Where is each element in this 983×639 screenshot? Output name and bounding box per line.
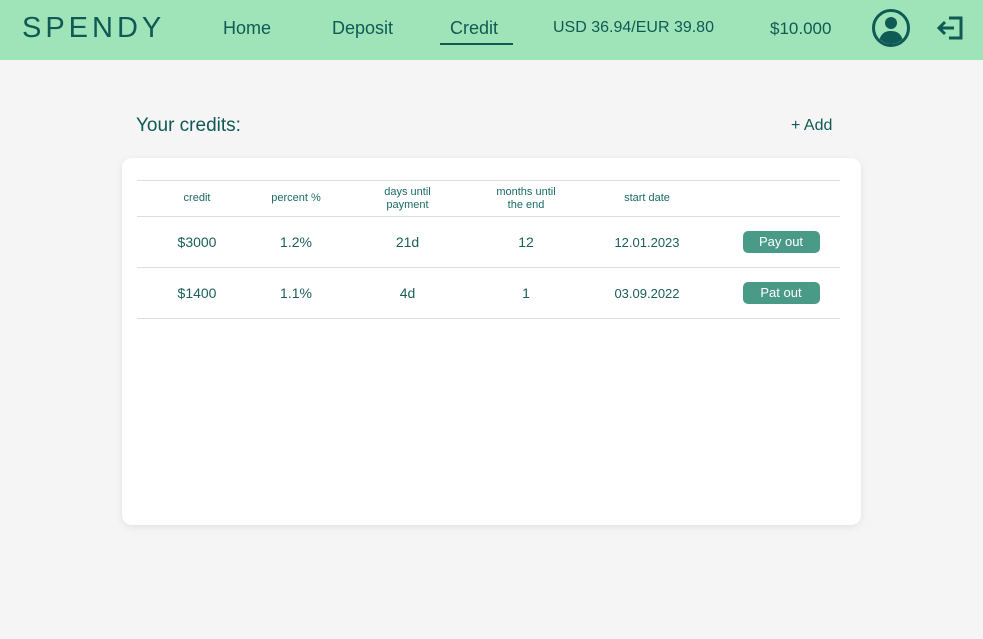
column-header-months-line2: the end [507,198,545,211]
top-bar: SPENDY Home Deposit Credit USD 36.94/EUR… [0,0,983,60]
cell-months: 12 [480,216,572,268]
column-header-credit: credit [137,180,257,217]
add-credit-button[interactable]: + Add [791,117,832,135]
column-header-days-line1: days until [384,185,431,198]
table-row: $3000 1.2% 21d 12 12.01.2023 Pay out [137,216,840,268]
logo[interactable]: SPENDY [22,12,165,45]
cell-action: Pay out [722,216,840,268]
table-row: $1400 1.1% 4d 1 03.09.2022 Pat out [137,267,840,319]
user-circle-icon[interactable] [871,8,911,48]
nav-credit[interactable]: Credit [450,18,498,39]
credits-table: credit percent % days until payment mont… [137,180,840,319]
table-header-row: credit percent % days until payment mont… [137,180,840,217]
cell-days: 21d [335,216,480,268]
cell-credit: $1400 [137,267,257,319]
balance: $10.000 [770,19,832,38]
logout-icon[interactable] [936,15,965,41]
column-header-days-line2: payment [386,198,429,211]
cell-percent: 1.2% [257,216,335,268]
nav-home[interactable]: Home [223,18,271,39]
column-header-days: days until payment [335,180,480,217]
cell-days: 4d [335,267,480,319]
cell-start-date: 03.09.2022 [572,267,722,319]
column-header-percent: percent % [257,180,335,217]
cell-months: 1 [480,267,572,319]
active-nav-indicator [440,43,513,45]
exchange-rate: USD 36.94/EUR 39.80 [553,19,714,36]
column-header-months-line1: months until [496,185,556,198]
credits-card: credit percent % days until payment mont… [122,158,861,525]
cell-start-date: 12.01.2023 [572,216,722,268]
pay-out-button[interactable]: Pat out [742,282,820,304]
column-header-months: months until the end [480,180,572,217]
cell-credit: $3000 [137,216,257,268]
column-header-action [722,180,840,217]
nav-deposit[interactable]: Deposit [332,18,393,39]
pay-out-button[interactable]: Pay out [742,231,820,253]
column-header-start-date: start date [572,180,722,217]
cell-percent: 1.1% [257,267,335,319]
credits-title: Your credits: [136,115,241,136]
cell-action: Pat out [722,267,840,319]
